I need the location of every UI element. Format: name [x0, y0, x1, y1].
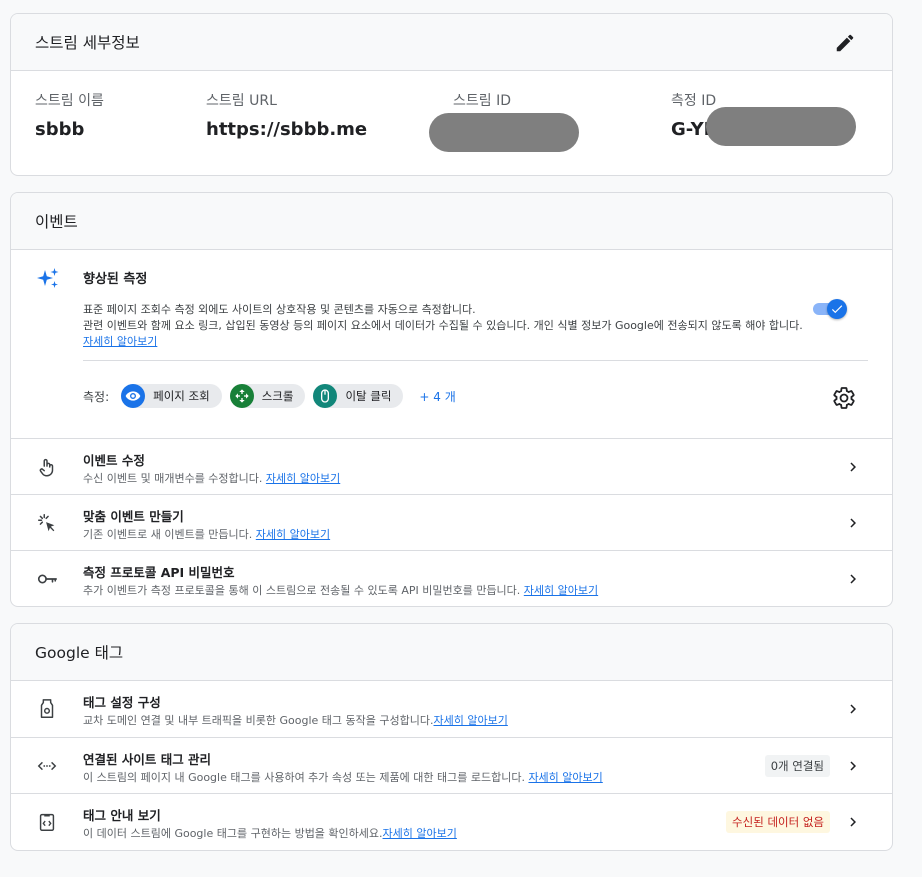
event-row-api-secret-title: 측정 프로토콜 API 비밀번호	[83, 565, 235, 580]
gtag-row-configure-title: 태그 설정 구성	[83, 695, 161, 710]
gtag-row-connected-link[interactable]: 자세히 알아보기	[528, 771, 602, 784]
event-row-api-secret-link[interactable]: 자세히 알아보기	[524, 584, 598, 597]
scroll-icon	[229, 384, 254, 408]
connected-count-badge: 0개 연결됨	[764, 755, 830, 777]
gtag-row-connected-tags[interactable]: 연결된 사이트 태그 관리 이 스트림의 페이지 내 Google 태그를 사용…	[11, 737, 892, 793]
sparkle-icon	[35, 266, 61, 296]
gear-icon[interactable]	[832, 386, 856, 414]
stream-name-value: sbbb	[35, 119, 85, 140]
no-data-badge: 수신된 데이터 없음	[726, 811, 830, 833]
enhanced-desc-line2: 관련 이벤트와 함께 요소 링크, 삽입된 동영상 등의 페이지 요소에서 데이…	[83, 319, 803, 332]
eye-icon	[121, 384, 146, 408]
tag-icon	[35, 697, 59, 721]
events-card: 이벤트 향상된 측정 표준 페이지 조회수 측정 외에도 사이트의 상호작용 및…	[10, 192, 893, 607]
event-row-api-secret[interactable]: 측정 프로토콜 API 비밀번호 추가 이벤트가 측정 프로토콜을 통해 이 스…	[11, 550, 892, 606]
measurement-id-label: 측정 ID	[671, 93, 717, 109]
more-measurements-link[interactable]: + 4 개	[419, 388, 455, 405]
events-title: 이벤트	[35, 213, 78, 231]
chevron-right-icon	[844, 813, 862, 835]
event-row-create-link[interactable]: 자세히 알아보기	[256, 528, 330, 541]
enhanced-desc-line1: 표준 페이지 조회수 측정 외에도 사이트의 상호작용 및 콘텐츠를 자동으로 …	[83, 303, 476, 316]
chevron-right-icon	[844, 757, 862, 779]
gtag-row-instructions-title: 태그 안내 보기	[83, 808, 161, 823]
event-row-modify-sub: 수신 이벤트 및 매개변수를 수정합니다. 자세히 알아보기	[83, 472, 341, 485]
key-icon	[35, 567, 59, 591]
stream-details-header: 스트림 세부정보	[11, 14, 892, 71]
check-icon	[831, 305, 843, 314]
gtag-row-instructions-link[interactable]: 자세히 알아보기	[383, 827, 457, 840]
event-row-create-sub: 기존 이벤트로 새 이벤트를 만듭니다. 자세히 알아보기	[83, 528, 331, 541]
mouse-icon	[313, 384, 338, 408]
stream-details-title: 스트림 세부정보	[35, 34, 140, 52]
stream-id-label: 스트림 ID	[453, 93, 511, 109]
event-row-modify-link[interactable]: 자세히 알아보기	[266, 472, 340, 485]
measurement-id-redacted	[706, 107, 856, 146]
google-tag-card: Google 태그 태그 설정 구성 교차 도메인 연결 및 내부 트래픽을 비…	[10, 623, 893, 851]
event-row-modify-title: 이벤트 수정	[83, 453, 145, 468]
google-tag-header: Google 태그	[11, 624, 892, 681]
enhanced-learn-more-link[interactable]: 자세히 알아보기	[83, 335, 157, 348]
chevron-right-icon	[844, 514, 862, 536]
enhanced-measurement-toggle[interactable]	[811, 297, 849, 321]
chip-outbound-click[interactable]: 이탈 클릭	[313, 384, 404, 408]
gtag-row-connected-title: 연결된 사이트 태그 관리	[83, 752, 212, 767]
gtag-row-configure[interactable]: 태그 설정 구성 교차 도메인 연결 및 내부 트래픽을 비롯한 Google …	[11, 681, 892, 737]
gtag-row-instructions-sub: 이 데이터 스트림에 Google 태그를 구현하는 방법을 확인하세요.자세히…	[83, 827, 457, 840]
events-header: 이벤트	[11, 193, 892, 250]
event-row-api-secret-sub: 추가 이벤트가 측정 프로토콜을 통해 이 스트림으로 전송될 수 있도록 AP…	[83, 584, 599, 597]
click-cursor-icon	[35, 511, 59, 535]
gtag-row-instructions[interactable]: 태그 안내 보기 이 데이터 스트림에 Google 태그를 구현하는 방법을 …	[11, 793, 892, 849]
enhanced-measurement-description: 표준 페이지 조회수 측정 외에도 사이트의 상호작용 및 콘텐츠를 자동으로 …	[83, 302, 803, 350]
pencil-icon	[836, 34, 854, 52]
chevron-right-icon	[844, 570, 862, 592]
stream-details-card: 스트림 세부정보 스트림 이름 sbbb 스트림 URL https://sbb…	[10, 13, 893, 176]
chip-page-view[interactable]: 페이지 조회	[121, 384, 222, 408]
edit-stream-button[interactable]	[834, 32, 856, 54]
chevron-right-icon	[844, 700, 862, 722]
gtag-row-connected-sub: 이 스트림의 페이지 내 Google 태그를 사용하여 추가 속성 또는 제품…	[83, 771, 603, 784]
gtag-row-configure-link[interactable]: 자세히 알아보기	[434, 714, 508, 727]
stream-details-body: 스트림 이름 sbbb 스트림 URL https://sbbb.me 스트림 …	[11, 71, 892, 175]
measure-chips-row: 측정: 페이지 조회 스크롤 이탈 클릭 + 4 개	[83, 384, 456, 408]
stream-url-label: 스트림 URL	[206, 93, 277, 109]
chip-page-view-label: 페이지 조회	[153, 389, 210, 403]
enhanced-measurement-title: 향상된 측정	[83, 272, 148, 287]
enhanced-divider	[83, 360, 868, 361]
chip-scroll[interactable]: 스크롤	[229, 384, 306, 408]
touch-icon	[35, 455, 59, 479]
code-icon	[35, 754, 59, 778]
stream-url-value: https://sbbb.me	[206, 119, 368, 140]
chip-outbound-click-label: 이탈 클릭	[345, 389, 392, 403]
event-row-create[interactable]: 맞춤 이벤트 만들기 기존 이벤트로 새 이벤트를 만듭니다. 자세히 알아보기	[11, 494, 892, 550]
stream-id-redacted	[429, 113, 579, 152]
chevron-right-icon	[844, 458, 862, 480]
google-tag-title: Google 태그	[35, 644, 124, 662]
stream-name-label: 스트림 이름	[35, 93, 104, 109]
chip-scroll-label: 스크롤	[261, 389, 294, 403]
measure-label: 측정:	[83, 389, 110, 404]
event-row-modify[interactable]: 이벤트 수정 수신 이벤트 및 매개변수를 수정합니다. 자세히 알아보기	[11, 438, 892, 494]
gtag-row-configure-sub: 교차 도메인 연결 및 내부 트래픽을 비롯한 Google 태그 동작을 구성…	[83, 714, 508, 727]
enhanced-measurement-section: 향상된 측정 표준 페이지 조회수 측정 외에도 사이트의 상호작용 및 콘텐츠…	[11, 250, 892, 438]
event-row-create-title: 맞춤 이벤트 만들기	[83, 509, 184, 524]
clipboard-code-icon	[35, 810, 59, 834]
